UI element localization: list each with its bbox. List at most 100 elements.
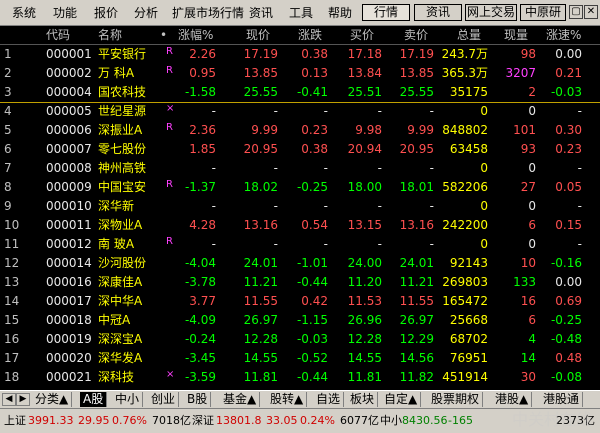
stock-code: 000020 <box>46 351 92 365</box>
tab-hk-connect[interactable]: 港股通 <box>540 392 584 407</box>
bid-price: 17.18 <box>347 47 382 61</box>
menu-function[interactable]: 功能 <box>53 5 77 21</box>
row-index: 14 <box>4 294 20 308</box>
table-row[interactable]: 10 000011 深物业A 4.28 13.16 0.54 13.15 13.16 24220… <box>0 216 600 235</box>
tab-next-icon[interactable]: ▶ <box>16 393 30 406</box>
col-bid[interactable]: 买价 <box>350 27 374 43</box>
bid-price: 26.96 <box>347 313 382 327</box>
bid-price: - <box>377 199 382 213</box>
table-header: 代码 名称 • 涨幅% 现价 涨跌 买价 卖价 总量 现量 涨速% <box>0 26 600 45</box>
quote-button[interactable]: 行情 <box>362 4 410 21</box>
table-row[interactable]: 11 000012 南 玻A R - - - - -0 0- <box>0 235 600 254</box>
table-row[interactable]: 7 000008 神州高铁 - - - - - 0 0 - <box>0 159 600 178</box>
table-row[interactable]: 14 000017 深中华A 3.77 11.55 0.42 11.53 11.55 16547… <box>0 292 600 311</box>
close-window-icon[interactable]: ✕ <box>584 5 598 19</box>
menu-quote[interactable]: 报价 <box>94 5 118 21</box>
last-volume: 3207 <box>505 66 536 80</box>
col-change[interactable]: 涨跌 <box>298 27 322 43</box>
col-volume[interactable]: 总量 <box>457 27 481 43</box>
col-ask[interactable]: 卖价 <box>404 27 428 43</box>
col-name[interactable]: 名称 <box>98 27 122 43</box>
table-row[interactable]: 13 000016 深康佳A -3.78 11.21 -0.44 11.20 11.21 269… <box>0 273 600 292</box>
table-row[interactable]: 5 000006 深振业A R 2.36 9.99 0.23 9.98 9.99 848802 10… <box>0 121 600 140</box>
table-row[interactable]: 2 000002 万 科A R 0.95 13.85 0.13 13.84 13.85 365.3… <box>0 64 600 83</box>
sh-index-amount: 7018亿 <box>152 414 191 427</box>
tab-stock-options[interactable]: 股票期权 <box>428 392 484 407</box>
ask-price: 13.16 <box>399 218 434 232</box>
tab-custom[interactable]: 自定▲ <box>381 392 422 407</box>
change-speed: - <box>577 104 582 118</box>
tab-neeq[interactable]: 股转▲ <box>267 392 308 407</box>
row-index: 10 <box>4 218 20 232</box>
col-code[interactable]: 代码 <box>46 27 70 43</box>
table-row[interactable]: 12 000014 沙河股份 -4.04 24.01 -1.01 24.00 24.01 921… <box>0 254 600 273</box>
total-volume: 365.3万 <box>441 66 488 80</box>
restore-window-icon[interactable]: ▢ <box>569 5 583 19</box>
tab-sme[interactable]: 中小 <box>112 392 144 407</box>
current-price: 11.81 <box>243 370 278 384</box>
table-row[interactable]: 1 000001 平安银行 R 2.26 17.19 0.38 17.18 17.19 243.7… <box>0 45 600 64</box>
total-volume: 242200 <box>442 218 488 232</box>
online-trade-button[interactable]: 网上交易 <box>465 4 517 21</box>
table-row[interactable]: 9 000010 深华新 - - - - - 0 0 - <box>0 197 600 216</box>
ask-price: 14.56 <box>399 351 434 365</box>
ask-price: 11.21 <box>399 275 434 289</box>
table-row[interactable]: 6 000007 零七股份 1.85 20.95 0.38 20.94 20.95 63458 9… <box>0 140 600 159</box>
change-pct: 0.95 <box>189 66 216 80</box>
news-button[interactable]: 资讯 <box>414 4 462 21</box>
row-index: 15 <box>4 313 20 327</box>
change-amount: 0.13 <box>301 66 328 80</box>
menu-help[interactable]: 帮助 <box>328 5 352 21</box>
tab-hk-stocks[interactable]: 港股▲ <box>492 392 533 407</box>
col-speed[interactable]: 涨速% <box>546 27 581 43</box>
tab-b-shares[interactable]: B股 <box>184 392 212 407</box>
change-amount: - <box>323 237 328 251</box>
menu-system[interactable]: 系统 <box>12 5 36 21</box>
menu-tools[interactable]: 工具 <box>289 5 313 21</box>
change-pct: -1.37 <box>184 180 216 194</box>
last-volume: 27 <box>520 180 536 194</box>
last-volume: 6 <box>528 218 536 232</box>
col-last-volume[interactable]: 现量 <box>504 27 528 43</box>
menu-analysis[interactable]: 分析 <box>134 5 158 21</box>
col-price[interactable]: 现价 <box>246 27 270 43</box>
tab-funds[interactable]: 基金▲ <box>220 392 261 407</box>
table-row[interactable]: 16 000019 深深宝A -0.24 12.28 -0.03 12.28 12.29 687… <box>0 330 600 349</box>
col-change-pct[interactable]: 涨幅% <box>178 27 213 43</box>
change-amount: -0.41 <box>296 85 328 99</box>
menu-news[interactable]: 资讯 <box>249 5 273 21</box>
stock-code: 000004 <box>46 85 92 99</box>
current-price: 13.85 <box>243 66 278 80</box>
table-row[interactable]: 17 000020 深华发A -3.45 14.55 -0.52 14.55 14.56 769… <box>0 349 600 368</box>
change-pct: 3.77 <box>189 294 216 308</box>
tab-a-shares[interactable]: A股 <box>80 392 108 407</box>
table-row[interactable]: 3 000004 国农科技 -1.58 25.55 -0.41 25.51 25.55 3517… <box>0 83 600 103</box>
tab-watchlist[interactable]: 自选 <box>313 392 345 407</box>
change-pct: -3.59 <box>184 370 216 384</box>
current-price: 9.99 <box>251 123 278 137</box>
bid-price: 24.00 <box>347 256 382 270</box>
tab-category[interactable]: 分类▲ <box>32 392 73 407</box>
ask-price: 12.29 <box>399 332 434 346</box>
tab-prev-icon[interactable]: ◀ <box>2 393 16 406</box>
table-row[interactable]: 8 000009 中国宝安 R -1.37 18.02 -0.25 18.00 18.01 582… <box>0 178 600 197</box>
stock-code: 000016 <box>46 275 92 289</box>
col-flag[interactable]: • <box>160 27 167 43</box>
current-price: - <box>273 104 278 118</box>
last-volume: 133 <box>513 275 536 289</box>
stock-name: 沙河股份 <box>98 256 147 270</box>
total-volume: 269803 <box>442 275 488 289</box>
change-amount: - <box>323 161 328 175</box>
menu-extended-market[interactable]: 扩展市场行情 <box>172 5 244 21</box>
tab-chinext[interactable]: 创业 <box>148 392 180 407</box>
total-volume: 35175 <box>449 85 488 99</box>
stock-name: 深中华A <box>98 294 143 308</box>
research-button[interactable]: 中原研 <box>520 4 566 21</box>
table-row[interactable]: 4 000005 世纪星源 × - - - - -0 0- <box>0 102 600 121</box>
tab-sectors[interactable]: 板块 <box>347 392 379 407</box>
table-row[interactable]: 15 000018 中冠A -4.09 26.97 -1.15 26.96 26.97 2566… <box>0 311 600 330</box>
change-speed: 0.69 <box>555 294 582 308</box>
sz-index-amount: 6077亿 <box>340 414 379 427</box>
total-volume: 68702 <box>449 332 488 346</box>
table-row[interactable]: 18 000021 深科技 × -3.59 11.81 -0.44 11.81 11.82 451… <box>0 368 600 387</box>
